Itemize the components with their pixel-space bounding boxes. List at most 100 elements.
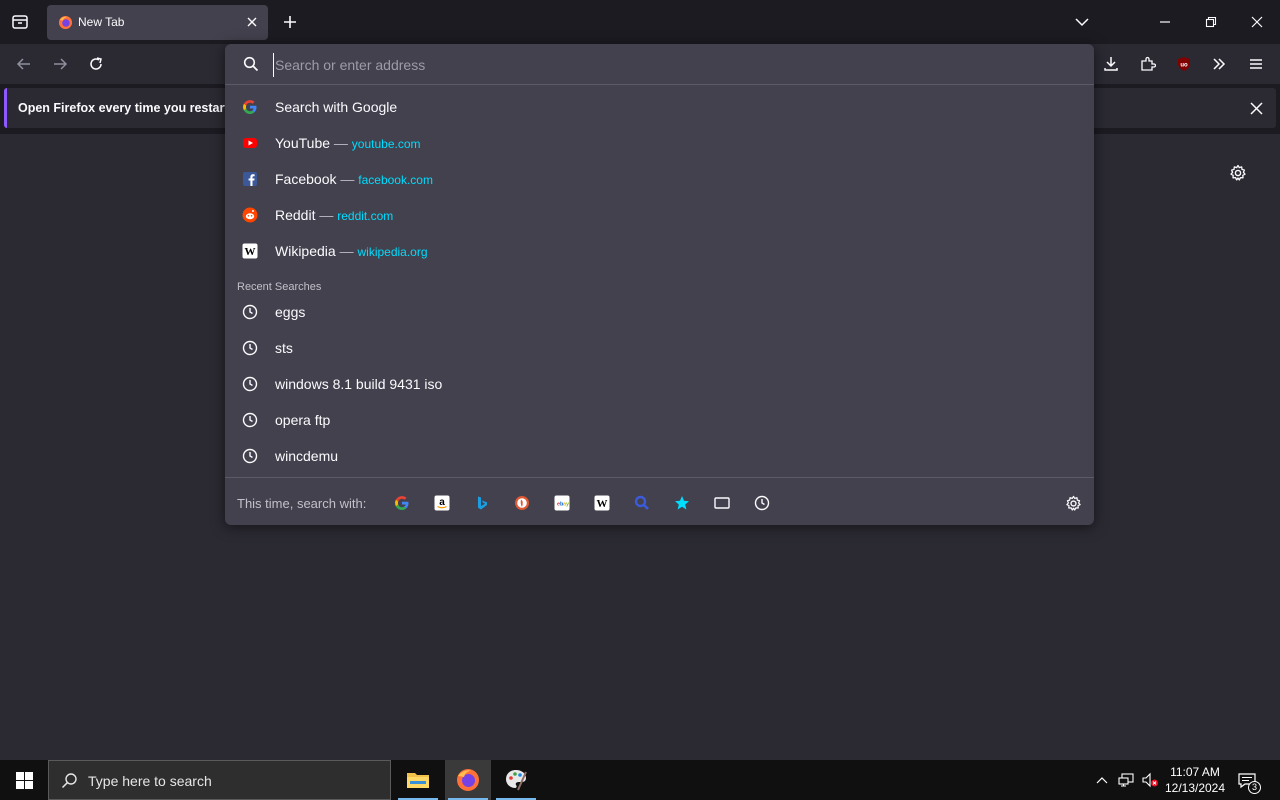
action-center-button[interactable]: 3 [1236, 770, 1261, 794]
google-icon [243, 100, 257, 114]
suggestion-url: youtube.com [351, 137, 421, 151]
url-input[interactable] [273, 53, 1053, 77]
downloads-button[interactable] [1101, 54, 1121, 74]
recent-search-item[interactable]: eggs [233, 295, 1086, 329]
tab-strip: New Tab [0, 0, 1280, 44]
engine-search-button[interactable] [632, 493, 652, 513]
history-clock-icon [242, 376, 258, 392]
suggestion-title: Reddit [275, 207, 316, 223]
gear-icon [1230, 164, 1246, 181]
suggestion-reddit[interactable]: Reddit — reddit.com [233, 198, 1086, 232]
taskbar-search-box[interactable]: Type here to search [48, 760, 391, 800]
show-hidden-icons-button[interactable] [1094, 772, 1110, 788]
firefox-icon [58, 15, 73, 30]
paint-palette-icon [506, 770, 527, 791]
tab-new-tab[interactable]: New Tab [47, 5, 268, 40]
gear-icon [1065, 495, 1081, 511]
taskbar-search-placeholder: Type here to search [88, 773, 212, 789]
clock-date: 12/13/2024 [1164, 781, 1226, 795]
close-icon [1249, 101, 1263, 115]
firefox-view-icon [12, 15, 28, 29]
windows-taskbar: Type here to search 11:07 AM 12/13/2024 … [0, 760, 1280, 800]
history-clock-icon [754, 495, 770, 511]
close-tab-icon[interactable] [245, 15, 259, 29]
plus-icon [284, 16, 296, 28]
close-window-button[interactable] [1247, 12, 1267, 32]
notification-message: Open Firefox every time you restart y [18, 101, 239, 115]
windows-logo-icon [15, 771, 33, 789]
engine-wikipedia-button[interactable]: W [592, 493, 612, 513]
separator-dash: — [339, 243, 354, 259]
svg-text:uo: uo [1180, 63, 1188, 69]
firefox-view-button[interactable] [10, 12, 30, 32]
network-icon [1118, 773, 1134, 787]
more-tools-button[interactable] [1209, 54, 1229, 74]
engine-bing-button[interactable] [472, 493, 492, 513]
firefox-taskbar-button[interactable] [445, 760, 491, 800]
puzzle-icon [1141, 56, 1156, 71]
volume-tray-button[interactable] [1141, 771, 1159, 789]
suggestion-url: facebook.com [358, 173, 433, 187]
suggestion-youtube[interactable]: YouTube — youtube.com [233, 126, 1086, 160]
engine-ebay-button[interactable]: e b a y [552, 493, 572, 513]
chevron-down-icon [1075, 18, 1089, 27]
new-tab-button[interactable] [280, 12, 300, 32]
network-tray-button[interactable] [1117, 771, 1135, 789]
suggestion-wikipedia[interactable]: W Wikipedia — wikipedia.org [233, 234, 1086, 268]
firefox-icon [457, 769, 479, 791]
amazon-icon: a [434, 495, 450, 511]
separator-dash: — [319, 207, 334, 223]
engine-google-button[interactable] [392, 493, 412, 513]
recent-search-label: eggs [275, 304, 306, 320]
suggestion-url: wikipedia.org [357, 245, 428, 259]
reload-button[interactable] [86, 54, 106, 74]
minimize-button[interactable] [1155, 12, 1175, 32]
suggestion-facebook[interactable]: Facebook — facebook.com [233, 162, 1086, 196]
extensions-button[interactable] [1138, 54, 1158, 74]
back-arrow-icon [16, 58, 30, 70]
recent-search-label: opera ftp [275, 412, 331, 428]
taskbar-clock[interactable]: 11:07 AM 12/13/2024 [1160, 764, 1230, 796]
bookmarks-star-icon [675, 496, 689, 510]
reload-icon [90, 57, 102, 70]
suggestion-search-google[interactable]: Search with Google [233, 90, 1086, 124]
back-button[interactable] [14, 54, 34, 74]
history-clock-icon [242, 412, 258, 428]
recent-searches-heading: Recent Searches [237, 281, 322, 293]
suggestion-title: YouTube [275, 135, 331, 151]
search-icon [61, 773, 77, 789]
clock-time: 11:07 AM [1170, 765, 1220, 779]
restore-button[interactable] [1201, 12, 1221, 32]
suggestion-label: Search with Google [275, 99, 398, 115]
history-search-button[interactable] [752, 493, 772, 513]
paint-taskbar-button[interactable] [493, 760, 539, 800]
restore-icon [1205, 16, 1217, 28]
tab-title: New Tab [78, 15, 125, 29]
engine-amazon-button[interactable]: a [432, 493, 452, 513]
duckduckgo-icon [515, 496, 529, 510]
engine-duckduckgo-button[interactable] [512, 493, 532, 513]
forward-button[interactable] [50, 54, 70, 74]
tabs-search-button[interactable] [712, 493, 732, 513]
personalize-new-tab-button[interactable] [1229, 164, 1247, 182]
recent-search-item[interactable]: windows 8.1 build 9431 iso [233, 367, 1086, 401]
recent-search-item[interactable]: wincdemu [233, 439, 1086, 473]
ublock-origin-icon: uo [1178, 57, 1190, 71]
list-all-tabs-button[interactable] [1072, 12, 1092, 32]
app-menu-button[interactable] [1246, 54, 1266, 74]
recent-search-item[interactable]: opera ftp [233, 403, 1086, 437]
separator-dash: — [333, 135, 348, 151]
bookmarks-search-button[interactable] [672, 493, 692, 513]
svg-text:W: W [245, 246, 256, 258]
hamburger-menu-icon [1250, 59, 1262, 69]
start-button[interactable] [1, 760, 47, 800]
history-clock-icon [242, 340, 258, 356]
wikipedia-icon: W [594, 495, 610, 511]
file-explorer-taskbar-button[interactable] [395, 760, 441, 800]
search-settings-button[interactable] [1063, 493, 1083, 513]
reddit-icon [242, 207, 258, 223]
ublock-button[interactable]: uo [1174, 54, 1194, 74]
close-notification-button[interactable] [1247, 99, 1265, 117]
recent-search-item[interactable]: sts [233, 331, 1086, 365]
notification-count-badge: 3 [1248, 781, 1261, 794]
